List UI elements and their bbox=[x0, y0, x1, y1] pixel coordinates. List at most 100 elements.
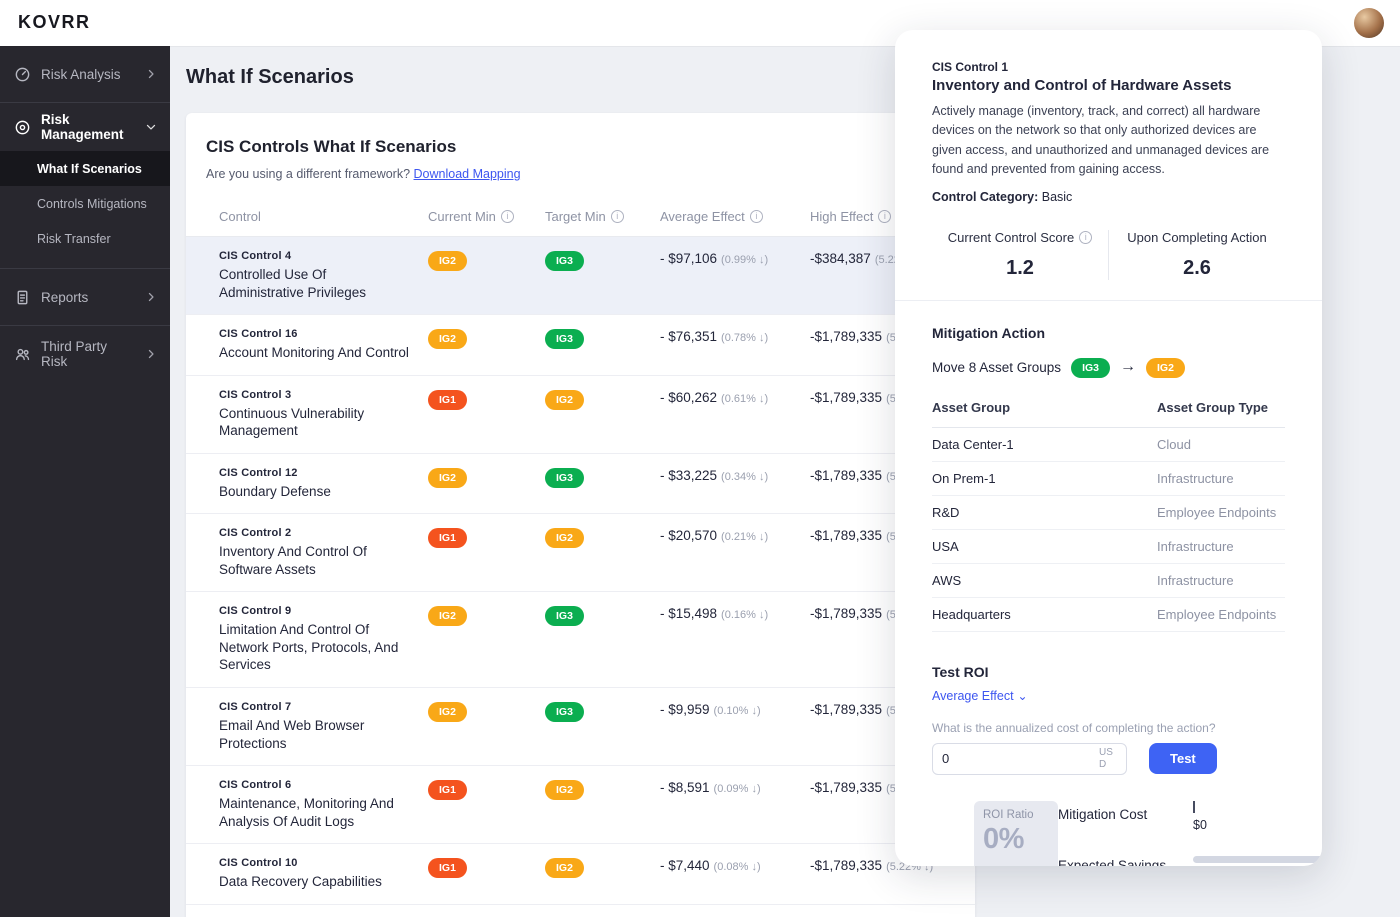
asset-group-name: R&D bbox=[932, 505, 1157, 520]
control-category-label: Control Category: bbox=[932, 190, 1038, 204]
cis-controls-table: Control Current Min Target Min Average E… bbox=[186, 197, 975, 917]
average-effect-cell: - $20,570(0.21% ↓) bbox=[660, 527, 810, 545]
target-min-cell: IG3 bbox=[545, 328, 660, 349]
table-row[interactable]: CIS Control 6 Maintenance, Monitoring An… bbox=[186, 766, 975, 844]
sidebar-item-risk-analysis[interactable]: Risk Analysis bbox=[0, 46, 170, 102]
sidebar-item-risk-management[interactable]: Risk Management bbox=[0, 103, 170, 151]
control-name: Continuous Vulnerability Management bbox=[219, 405, 428, 440]
test-button[interactable]: Test bbox=[1149, 743, 1217, 774]
control-id: CIS Control 10 bbox=[219, 857, 428, 869]
sidebar-item-controls-mitigations[interactable]: Controls Mitigations bbox=[0, 186, 170, 221]
target-min-cell: IG3 bbox=[545, 467, 660, 488]
sidebar-item-reports[interactable]: Reports bbox=[0, 269, 170, 325]
sidebar-item-what-if-scenarios[interactable]: What If Scenarios bbox=[0, 151, 170, 186]
average-effect-cell: - $8,591(0.09% ↓) bbox=[660, 779, 810, 797]
table-row[interactable]: CIS Control 10 Data Recovery Capabilitie… bbox=[186, 844, 975, 905]
control-name: Data Recovery Capabilities bbox=[219, 873, 428, 891]
currency-label: USD bbox=[1099, 747, 1117, 770]
cost-input-wrapper: USD bbox=[932, 743, 1127, 775]
asset-group-name: Data Center-1 bbox=[932, 437, 1157, 452]
average-effect-value: - $9,959 bbox=[660, 702, 710, 717]
table-row[interactable]: CIS Control 7 Email And Web Browser Prot… bbox=[186, 688, 975, 766]
average-effect-value: - $97,106 bbox=[660, 251, 717, 266]
control-id: CIS Control 12 bbox=[219, 467, 428, 479]
average-effect-value: - $7,440 bbox=[660, 858, 710, 873]
average-effect-cell: - $9,959(0.10% ↓) bbox=[660, 701, 810, 719]
info-icon[interactable] bbox=[878, 210, 891, 223]
expected-savings-cell: $9,941,853 bbox=[1193, 852, 1285, 867]
current-min-cell: IG2 bbox=[428, 467, 545, 488]
mitigation-action-row: Move 8 Asset Groups IG3 IG2 bbox=[932, 357, 1285, 378]
sidebar-subitem-label: Controls Mitigations bbox=[37, 197, 147, 211]
average-effect-value: - $60,262 bbox=[660, 390, 717, 405]
control-id: CIS Control 7 bbox=[219, 701, 428, 713]
target-min-cell: IG3 bbox=[545, 605, 660, 626]
sidebar-item-third-party-risk[interactable]: Third Party Risk bbox=[0, 326, 170, 382]
card-title: CIS Controls What If Scenarios bbox=[206, 137, 955, 157]
control-cell: CIS Control 2 Inventory And Control Of S… bbox=[219, 527, 428, 578]
risk-analysis-icon bbox=[14, 66, 31, 83]
asset-row: R&D Employee Endpoints bbox=[932, 496, 1285, 530]
sidebar-subitem-label: Risk Transfer bbox=[37, 232, 111, 246]
control-name: Boundary Defense bbox=[219, 483, 428, 501]
asset-group-type-column-header: Asset Group Type bbox=[1157, 400, 1285, 415]
target-min-cell: IG2 bbox=[545, 779, 660, 800]
effect-select-value: Average Effect bbox=[932, 689, 1014, 703]
high-effect-value: -$1,789,335 bbox=[810, 858, 882, 873]
table-row[interactable]: CIS Control 20 Penetration Tests And Red… bbox=[186, 905, 975, 917]
average-effect-percent: (0.21% ↓) bbox=[721, 531, 768, 543]
current-min-badge: IG2 bbox=[428, 606, 467, 626]
info-icon[interactable] bbox=[1079, 231, 1092, 244]
asset-group-type: Employee Endpoints bbox=[1157, 607, 1285, 622]
annualized-cost-input[interactable] bbox=[942, 751, 1099, 766]
effect-select-dropdown[interactable]: Average Effect bbox=[932, 689, 1028, 703]
asset-group-type: Infrastructure bbox=[1157, 573, 1285, 588]
target-min-badge: IG2 bbox=[545, 780, 584, 800]
chevron-down-icon bbox=[144, 120, 158, 134]
target-min-cell: IG2 bbox=[545, 527, 660, 548]
table-header-row: Control Current Min Target Min Average E… bbox=[186, 197, 975, 237]
control-id: CIS Control 4 bbox=[219, 250, 428, 262]
target-min-badge: IG2 bbox=[545, 528, 584, 548]
asset-group-type: Infrastructure bbox=[1157, 539, 1285, 554]
asset-row: Headquarters Employee Endpoints bbox=[932, 598, 1285, 632]
from-ig-badge: IG3 bbox=[1071, 358, 1110, 378]
average-effect-value: - $76,351 bbox=[660, 329, 717, 344]
control-name: Maintenance, Monitoring And Analysis Of … bbox=[219, 795, 428, 830]
section-divider bbox=[895, 300, 1322, 301]
panel-control-description: Actively manage (inventory, track, and c… bbox=[932, 102, 1285, 180]
current-min-cell: IG1 bbox=[428, 527, 545, 548]
table-row[interactable]: CIS Control 16 Account Monitoring And Co… bbox=[186, 315, 975, 376]
sidebar-item-risk-transfer[interactable]: Risk Transfer bbox=[0, 221, 170, 256]
download-mapping-link[interactable]: Download Mapping bbox=[414, 167, 521, 181]
asset-row: Data Center-1 Cloud bbox=[932, 428, 1285, 462]
table-row[interactable]: CIS Control 12 Boundary Defense IG2 IG3 … bbox=[186, 454, 975, 515]
table-row[interactable]: CIS Control 3 Continuous Vulnerability M… bbox=[186, 376, 975, 454]
high-effect-value: -$1,789,335 bbox=[810, 390, 882, 405]
sidebar-item-label: Reports bbox=[41, 290, 134, 305]
info-icon[interactable] bbox=[750, 210, 763, 223]
control-cell: CIS Control 12 Boundary Defense bbox=[219, 467, 428, 501]
sidebar: Risk Analysis Risk Management What If Sc… bbox=[0, 46, 170, 917]
table-row[interactable]: CIS Control 9 Limitation And Control Of … bbox=[186, 592, 975, 688]
asset-group-type: Cloud bbox=[1157, 437, 1285, 452]
target-min-badge: IG2 bbox=[545, 390, 584, 410]
target-min-badge: IG3 bbox=[545, 468, 584, 488]
control-cell: CIS Control 9 Limitation And Control Of … bbox=[219, 605, 428, 674]
roi-ratio-value: 0% bbox=[983, 823, 1049, 856]
user-avatar[interactable] bbox=[1354, 8, 1384, 38]
control-category: Control Category: Basic bbox=[932, 190, 1285, 204]
control-cell: CIS Control 6 Maintenance, Monitoring An… bbox=[219, 779, 428, 830]
table-row[interactable]: CIS Control 4 Controlled Use Of Administ… bbox=[186, 237, 975, 315]
column-header-current-min: Current Min bbox=[428, 209, 545, 224]
asset-table-header: Asset Group Asset Group Type bbox=[932, 400, 1285, 428]
average-effect-percent: (0.34% ↓) bbox=[721, 471, 768, 483]
high-effect-value: -$384,387 bbox=[810, 251, 871, 266]
info-icon[interactable] bbox=[611, 210, 624, 223]
info-icon[interactable] bbox=[501, 210, 514, 223]
target-min-cell: IG3 bbox=[545, 701, 660, 722]
table-row[interactable]: CIS Control 2 Inventory And Control Of S… bbox=[186, 514, 975, 592]
control-detail-panel: CIS Control 1 Inventory and Control of H… bbox=[895, 30, 1322, 866]
current-min-cell: IG2 bbox=[428, 605, 545, 626]
mitigation-action-text: Move 8 Asset Groups bbox=[932, 360, 1061, 375]
